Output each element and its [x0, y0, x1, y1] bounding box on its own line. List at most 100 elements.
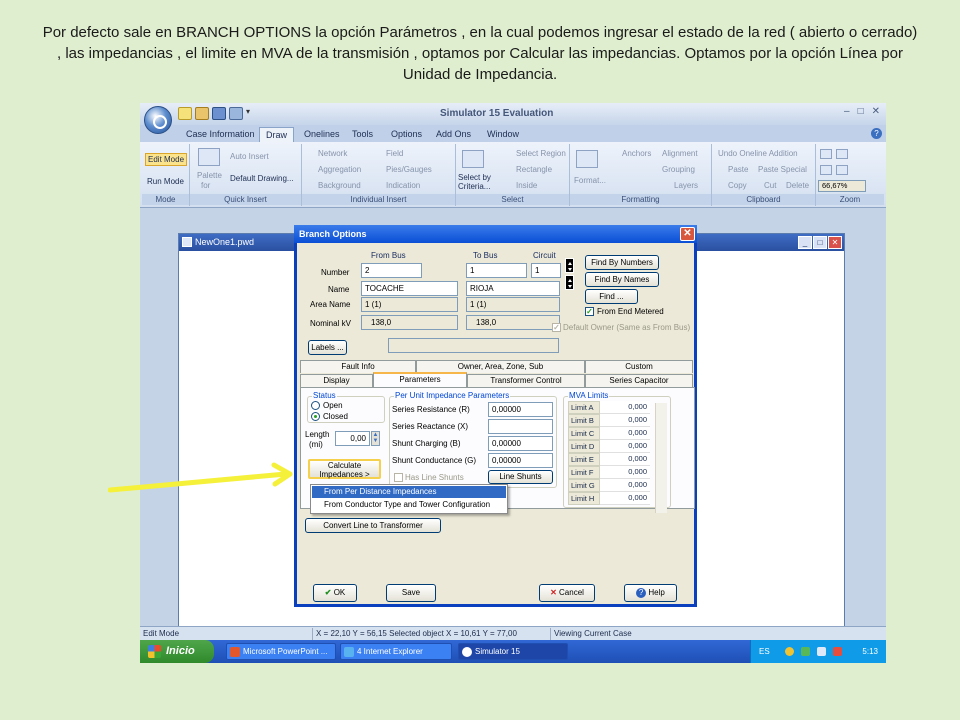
- copy-button[interactable]: Copy: [728, 181, 747, 190]
- tab-transformer-control[interactable]: Transformer Control: [467, 374, 585, 387]
- calculate-impedances-button[interactable]: Calculate Impedances >: [308, 459, 381, 479]
- mva-row[interactable]: Limit G 0,000: [568, 479, 664, 492]
- cancel-button[interactable]: ✕ Cancel: [539, 584, 595, 602]
- taskbar-simulator[interactable]: Simulator 15: [458, 643, 568, 660]
- to-bus-number-field[interactable]: 1: [466, 263, 527, 278]
- dropdown-icon[interactable]: ▾: [246, 107, 254, 120]
- length-field[interactable]: 0,00: [335, 431, 370, 446]
- shield-tray-icon[interactable]: [833, 647, 842, 656]
- minimize-icon[interactable]: –: [844, 106, 850, 117]
- menu-from-per-distance[interactable]: From Per Distance Impedances: [312, 486, 506, 498]
- limit-b-value[interactable]: 0,000: [600, 414, 650, 427]
- circuit-up-arrow-icon[interactable]: [565, 258, 574, 273]
- paste-special-button[interactable]: Paste Special: [758, 165, 807, 174]
- tab-parameters[interactable]: Parameters: [373, 372, 467, 387]
- find-by-names-button[interactable]: Find By Names: [585, 272, 659, 287]
- limit-g-value[interactable]: 0,000: [600, 479, 650, 492]
- start-button[interactable]: Inicio: [140, 640, 214, 663]
- tab-custom[interactable]: Custom: [585, 360, 693, 373]
- new-icon[interactable]: [178, 107, 192, 120]
- anchors-button[interactable]: Anchors: [622, 149, 651, 158]
- tab-display[interactable]: Display: [300, 374, 373, 387]
- series-reactance-field[interactable]: [488, 419, 553, 434]
- limit-e-value[interactable]: 0,000: [600, 453, 650, 466]
- select-region-button[interactable]: Select Region: [516, 149, 566, 158]
- taskbar-powerpoint[interactable]: Microsoft PowerPoint ...: [226, 643, 336, 660]
- layers-button[interactable]: Layers: [674, 181, 698, 190]
- tab-window[interactable]: Window: [481, 127, 525, 142]
- edit-mode-button[interactable]: Edit Mode: [145, 153, 188, 166]
- maximize-icon[interactable]: □: [858, 106, 864, 117]
- from-end-metered-checkbox[interactable]: ✓: [585, 307, 594, 316]
- tab-add-ons[interactable]: Add Ons: [430, 127, 477, 142]
- palette-button[interactable]: Palette: [197, 171, 222, 180]
- application-orb-icon[interactable]: [144, 106, 172, 134]
- network-button[interactable]: Network: [318, 149, 347, 158]
- run-mode-button[interactable]: Run Mode: [147, 177, 184, 186]
- limit-d-value[interactable]: 0,000: [600, 440, 650, 453]
- doc-minimize-icon[interactable]: _: [798, 236, 812, 249]
- zoom-area-icon[interactable]: [836, 165, 848, 175]
- shunt-conductance-field[interactable]: 0,00000: [488, 453, 553, 468]
- circuit-field[interactable]: 1: [531, 263, 561, 278]
- series-resistance-field[interactable]: 0,00000: [488, 402, 553, 417]
- grouping-button[interactable]: Grouping: [662, 165, 695, 174]
- help-icon[interactable]: ?: [871, 128, 882, 139]
- taskbar-internet-explorer[interactable]: 4 Internet Explorer: [340, 643, 452, 660]
- help-button[interactable]: ? Help: [624, 584, 677, 602]
- language-indicator[interactable]: ES: [759, 640, 770, 663]
- mva-row[interactable]: Limit B 0,000: [568, 414, 664, 427]
- indication-button[interactable]: Indication: [386, 181, 420, 190]
- open-radio[interactable]: [311, 401, 320, 410]
- limit-f-value[interactable]: 0,000: [600, 466, 650, 479]
- convert-line-to-transformer-button[interactable]: Convert Line to Transformer: [305, 518, 441, 533]
- delete-button[interactable]: Delete: [786, 181, 809, 190]
- mva-row[interactable]: Limit H 0,000: [568, 492, 664, 505]
- dialog-close-icon[interactable]: ✕: [680, 227, 695, 241]
- save-icon[interactable]: [212, 107, 226, 120]
- circuit-down-arrow-icon[interactable]: [565, 275, 574, 290]
- mva-row[interactable]: Limit D 0,000: [568, 440, 664, 453]
- cut-button[interactable]: Cut: [764, 181, 776, 190]
- tab-case-information[interactable]: Case Information: [180, 127, 261, 142]
- close-icon[interactable]: ✕: [872, 106, 880, 117]
- doc-close-icon[interactable]: ✕: [828, 236, 842, 249]
- labels-button[interactable]: Labels ...: [308, 340, 347, 355]
- pin-icon[interactable]: [229, 107, 243, 120]
- doc-maximize-icon[interactable]: □: [813, 236, 827, 249]
- inside-dropdown[interactable]: Inside: [516, 181, 537, 190]
- tab-series-capacitor[interactable]: Series Capacitor: [585, 374, 693, 387]
- length-stepper-icon[interactable]: ▲ ▼: [371, 431, 380, 446]
- undo-button[interactable]: Undo Oneline Addition: [718, 149, 798, 158]
- menu-from-conductor-type[interactable]: From Conductor Type and Tower Configurat…: [312, 499, 506, 511]
- mva-row[interactable]: Limit C 0,000: [568, 427, 664, 440]
- tab-options[interactable]: Options: [385, 127, 428, 142]
- ok-button[interactable]: ✔ OK: [313, 584, 357, 602]
- tab-draw[interactable]: Draw: [259, 127, 295, 142]
- closed-radio[interactable]: [311, 412, 320, 421]
- limit-c-value[interactable]: 0,000: [600, 427, 650, 440]
- limit-h-value[interactable]: 0,000: [600, 492, 650, 505]
- background-button[interactable]: Background: [318, 181, 361, 190]
- pies-gauges-button[interactable]: Pies/Gauges: [386, 165, 432, 174]
- find-button[interactable]: Find ...: [585, 289, 638, 304]
- clock[interactable]: 5:13: [862, 640, 878, 663]
- shunt-charging-field[interactable]: 0,00000: [488, 436, 553, 451]
- limit-a-value[interactable]: 0,000: [600, 401, 650, 414]
- network-tray-icon[interactable]: [801, 647, 810, 656]
- tab-tools[interactable]: Tools: [346, 127, 379, 142]
- zoom-in-icon[interactable]: [820, 149, 832, 159]
- aggregation-button[interactable]: Aggregation: [318, 165, 361, 174]
- open-icon[interactable]: [195, 107, 209, 120]
- field-button[interactable]: Field: [386, 149, 403, 158]
- from-bus-number-field[interactable]: 2: [361, 263, 422, 278]
- to-bus-name-field[interactable]: RIOJA: [466, 281, 560, 296]
- alignment-button[interactable]: Alignment: [662, 149, 698, 158]
- save-button[interactable]: Save: [386, 584, 436, 602]
- zoom-fit-icon[interactable]: [820, 165, 832, 175]
- line-shunts-button[interactable]: Line Shunts: [488, 470, 553, 484]
- mva-scrollbar[interactable]: [655, 403, 667, 513]
- format-button[interactable]: Format...: [574, 176, 606, 185]
- mva-row[interactable]: Limit F 0,000: [568, 466, 664, 479]
- select-by-criteria-button[interactable]: Select by: [458, 173, 491, 182]
